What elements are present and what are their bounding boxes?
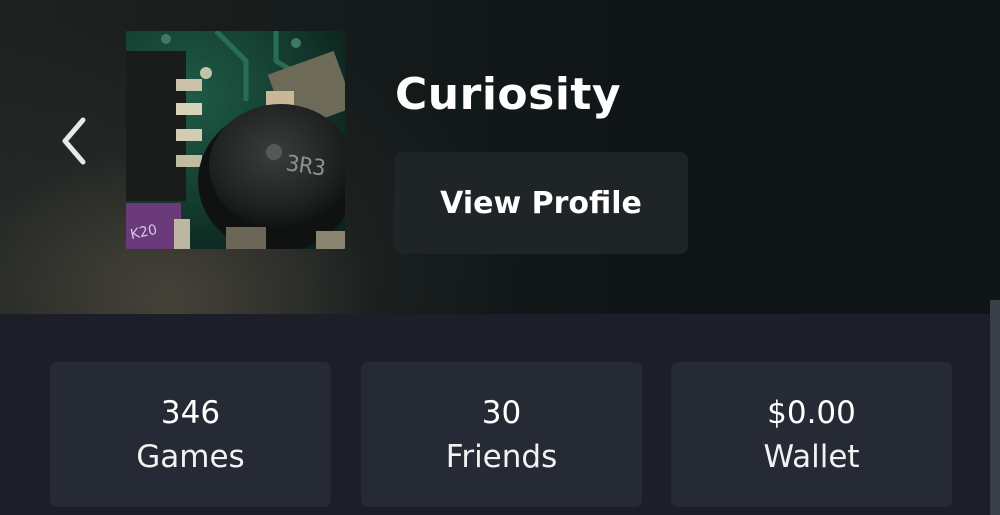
view-profile-button[interactable]: View Profile (394, 152, 688, 254)
stat-wallet[interactable]: $0.00 Wallet (671, 362, 952, 507)
back-button[interactable] (52, 112, 96, 170)
profile-header: 3R3 K20 Curiosity View Profile (0, 0, 1000, 314)
chevron-left-icon (62, 117, 86, 165)
stat-value: 30 (481, 394, 522, 431)
stat-label: Wallet (763, 438, 860, 475)
stat-value: 346 (160, 394, 221, 431)
stat-label: Games (136, 438, 245, 475)
stats-bar: 346 Games 30 Friends $0.00 Wallet (0, 314, 1000, 515)
stat-value: $0.00 (767, 394, 856, 431)
stat-games[interactable]: 346 Games (50, 362, 331, 507)
stat-friends[interactable]: 30 Friends (361, 362, 642, 507)
username: Curiosity (395, 69, 622, 120)
scrollbar[interactable] (990, 300, 1000, 515)
avatar-image: 3R3 K20 (126, 31, 345, 249)
stat-label: Friends (445, 438, 558, 475)
avatar[interactable]: 3R3 K20 (126, 31, 345, 249)
